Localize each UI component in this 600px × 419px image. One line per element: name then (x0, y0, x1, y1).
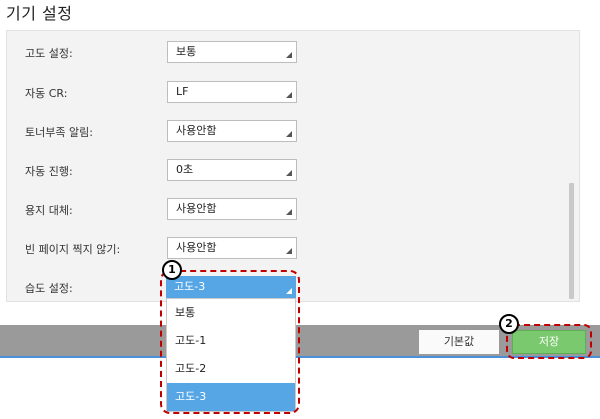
callout-number-2: 2 (499, 314, 519, 334)
panel-scrollbar[interactable] (569, 183, 574, 299)
setting-label-auto-continue: 자동 진행: (25, 165, 73, 178)
device-settings-screen: 기기 설정 고도 설정: 자동 CR: 토너부족 알림: 자동 진행: 용지 대… (0, 0, 600, 419)
altitude-select-value: 보통 (176, 45, 197, 58)
page-title: 기기 설정 (6, 4, 73, 23)
toner-low-select-value: 사용안함 (176, 124, 217, 137)
setting-label-paper-substitution: 용지 대체: (25, 204, 73, 217)
auto-continue-select-value: 0초 (176, 163, 194, 176)
setting-label-toner-low: 토너부족 알림: (25, 126, 93, 139)
skip-blank-pages-select[interactable]: 사용안함 (167, 237, 297, 259)
dropdown-arrow-icon (286, 209, 292, 215)
dropdown-arrow-icon (286, 131, 292, 137)
toner-low-select[interactable]: 사용안함 (167, 120, 297, 142)
default-button[interactable]: 기본값 (418, 329, 500, 355)
skip-blank-pages-select-value: 사용안함 (176, 241, 217, 254)
paper-substitution-select-value: 사용안함 (176, 202, 217, 215)
dropdown-arrow-icon (286, 248, 292, 254)
callout-number-1: 1 (162, 260, 182, 280)
auto-cr-select-value: LF (176, 85, 189, 98)
dropdown-highlight-frame (160, 270, 300, 414)
altitude-select[interactable]: 보통 (167, 41, 297, 63)
setting-label-humidity: 습도 설정: (25, 282, 73, 295)
auto-continue-select[interactable]: 0초 (167, 159, 297, 181)
setting-label-auto-cr: 자동 CR: (25, 87, 68, 100)
save-highlight-frame (506, 324, 592, 359)
setting-label-altitude: 고도 설정: (25, 47, 73, 60)
dropdown-arrow-icon (286, 92, 292, 98)
paper-substitution-select[interactable]: 사용안함 (167, 198, 297, 220)
dropdown-arrow-icon (286, 170, 292, 176)
settings-panel: 고도 설정: 자동 CR: 토너부족 알림: 자동 진행: 용지 대체: 빈 페… (6, 30, 580, 302)
auto-cr-select[interactable]: LF (167, 81, 297, 103)
dropdown-arrow-icon (286, 52, 292, 58)
setting-label-skip-blank-pages: 빈 페이지 찍지 않기: (25, 243, 121, 256)
